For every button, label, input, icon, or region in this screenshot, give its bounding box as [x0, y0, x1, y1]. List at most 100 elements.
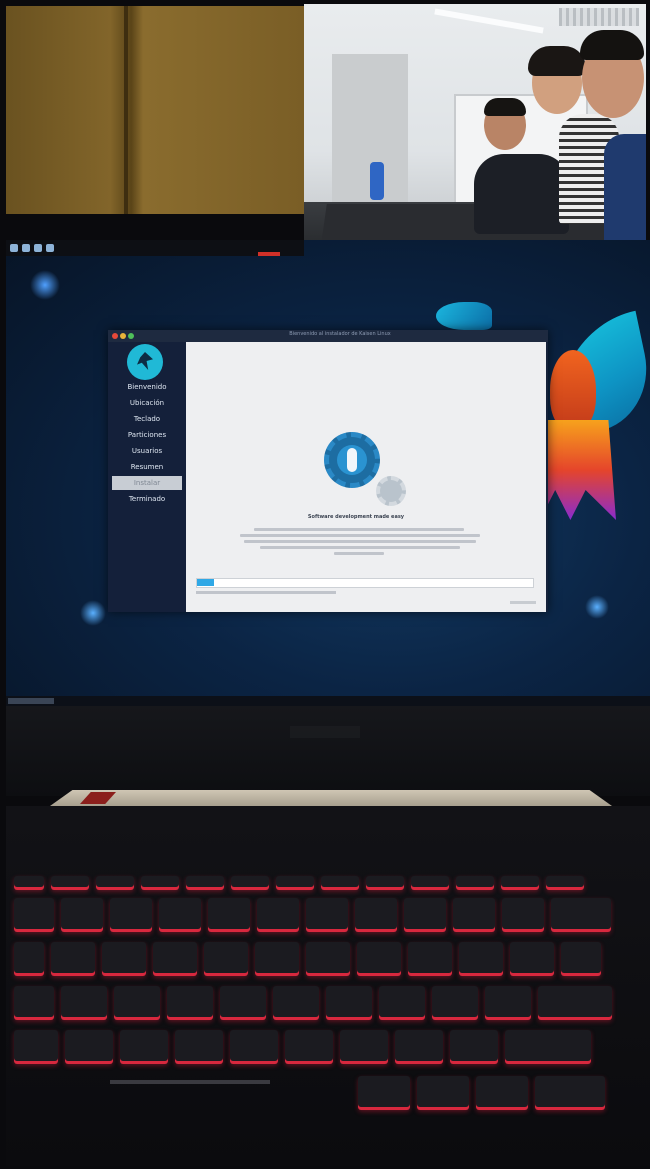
sidebar-item-terminado[interactable]: Terminado	[112, 492, 182, 506]
close-icon[interactable]	[112, 333, 118, 339]
key[interactable]	[306, 942, 350, 976]
app-icon[interactable]	[46, 244, 54, 252]
key[interactable]	[453, 898, 495, 932]
sidebar-item-resumen[interactable]: Resumen	[112, 460, 182, 474]
wall-background	[6, 6, 304, 214]
key[interactable]	[379, 986, 425, 1020]
sidebar-item-particiones[interactable]: Particiones	[112, 428, 182, 442]
wallpaper-glow	[80, 600, 106, 626]
key[interactable]	[175, 1030, 223, 1064]
key[interactable]	[61, 986, 107, 1020]
key[interactable]	[404, 898, 446, 932]
key[interactable]	[14, 986, 54, 1020]
taskbar-window-item[interactable]	[8, 698, 54, 704]
slideshow-text-line	[260, 546, 460, 549]
key[interactable]	[355, 898, 397, 932]
keyboard-row-top-letters	[6, 942, 650, 976]
menu-key[interactable]	[476, 1076, 528, 1110]
key[interactable]	[186, 876, 224, 890]
key[interactable]	[285, 1030, 333, 1064]
key[interactable]	[276, 876, 314, 890]
enter-key[interactable]	[538, 986, 612, 1020]
key[interactable]	[408, 942, 452, 976]
key[interactable]	[326, 986, 372, 1020]
panel-launcher-icons[interactable]	[10, 244, 70, 254]
key[interactable]	[204, 942, 248, 976]
key[interactable]	[255, 942, 299, 976]
key[interactable]	[456, 876, 494, 890]
key[interactable]	[114, 986, 160, 1020]
key[interactable]	[502, 898, 544, 932]
key[interactable]	[510, 942, 554, 976]
key[interactable]	[120, 1030, 168, 1064]
key[interactable]	[450, 1030, 498, 1064]
screen-bezel	[6, 706, 650, 796]
key[interactable]	[110, 898, 152, 932]
app-icon[interactable]	[34, 244, 42, 252]
key[interactable]	[51, 942, 95, 976]
sidebar-item-instalar[interactable]: Instalar	[112, 476, 182, 490]
webcam-photo	[304, 4, 646, 272]
sidebar-item-bienvenido[interactable]: Bienvenido	[112, 380, 182, 394]
key[interactable]	[51, 876, 89, 890]
sidebar-item-usuarios[interactable]: Usuarios	[112, 444, 182, 458]
fn-key[interactable]	[417, 1076, 469, 1110]
hinge-bar	[50, 790, 612, 806]
key[interactable]	[551, 898, 611, 932]
key[interactable]	[220, 986, 266, 1020]
key[interactable]	[96, 876, 134, 890]
ctrl-key[interactable]	[535, 1076, 605, 1110]
key[interactable]	[395, 1030, 443, 1064]
key[interactable]	[459, 942, 503, 976]
key[interactable]	[14, 942, 44, 976]
key[interactable]	[231, 876, 269, 890]
window-title: Bienvenido al instalador de Kaisen Linux	[289, 331, 391, 337]
key[interactable]	[306, 898, 348, 932]
key[interactable]	[208, 898, 250, 932]
sidebar-item-teclado[interactable]: Teclado	[112, 412, 182, 426]
wallpaper-glow	[585, 595, 609, 619]
key[interactable]	[61, 898, 103, 932]
door-seam	[124, 6, 128, 214]
maximize-icon[interactable]	[128, 333, 134, 339]
key[interactable]	[257, 898, 299, 932]
key[interactable]	[167, 986, 213, 1020]
key[interactable]	[102, 942, 146, 976]
spacebar[interactable]	[110, 1080, 270, 1084]
key[interactable]	[159, 898, 201, 932]
water-bottle	[370, 162, 384, 200]
key[interactable]	[366, 876, 404, 890]
person-1-hair	[484, 98, 526, 116]
minimize-icon[interactable]	[120, 333, 126, 339]
key[interactable]	[14, 876, 44, 890]
person-3-hair	[580, 30, 644, 60]
alt-key[interactable]	[358, 1076, 410, 1110]
app-icon[interactable]	[10, 244, 18, 252]
key[interactable]	[432, 986, 478, 1020]
key[interactable]	[357, 942, 401, 976]
key[interactable]	[561, 942, 601, 976]
key[interactable]	[153, 942, 197, 976]
key[interactable]	[65, 1030, 113, 1064]
slideshow-text-line	[254, 528, 464, 531]
small-gear-icon	[376, 476, 406, 506]
key[interactable]	[230, 1030, 278, 1064]
key[interactable]	[321, 876, 359, 890]
wallpaper-bird-body	[550, 350, 596, 430]
app-icon[interactable]	[22, 244, 30, 252]
sidebar-item-ubicacion[interactable]: Ubicación	[112, 396, 182, 410]
key[interactable]	[141, 876, 179, 890]
key[interactable]	[14, 898, 54, 932]
key[interactable]	[485, 986, 531, 1020]
slideshow-text-line	[334, 552, 384, 555]
key[interactable]	[546, 876, 584, 890]
key[interactable]	[501, 876, 539, 890]
key[interactable]	[14, 1030, 58, 1064]
shift-key[interactable]	[505, 1030, 591, 1064]
key[interactable]	[273, 986, 319, 1020]
key[interactable]	[340, 1030, 388, 1064]
install-progress-bar	[196, 578, 534, 588]
key[interactable]	[411, 876, 449, 890]
bottom-taskbar	[6, 696, 650, 706]
keyboard-row-modifiers	[6, 1076, 650, 1110]
